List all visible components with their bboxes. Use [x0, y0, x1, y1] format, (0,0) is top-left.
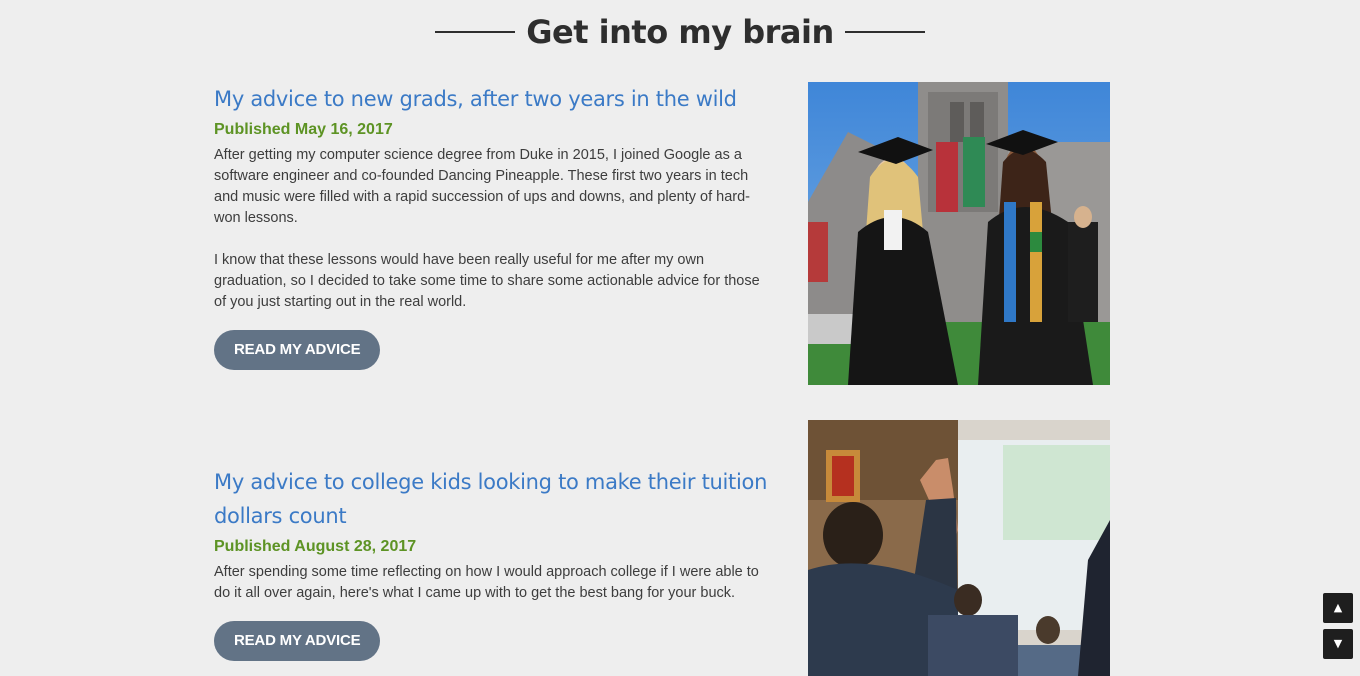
- scroll-up-button[interactable]: ▲: [1323, 593, 1353, 623]
- post-paragraph: After spending some time reflecting on h…: [214, 564, 759, 601]
- section-heading: Get into my brain: [0, 8, 1360, 56]
- read-advice-button[interactable]: READ MY ADVICE: [214, 330, 381, 370]
- graduation-photo-graphic: [808, 82, 1110, 385]
- post-paragraph: After getting my computer science degree…: [214, 147, 750, 226]
- classroom-photo[interactable]: [808, 420, 1110, 676]
- graduation-photo[interactable]: [808, 82, 1110, 385]
- post-excerpt: After spending some time reflecting on h…: [214, 562, 774, 604]
- post-paragraph: I know that these lessons would have bee…: [214, 252, 760, 310]
- blog-post: My advice to new grads, after two years …: [214, 82, 774, 370]
- post-date: Published May 16, 2017: [214, 121, 393, 138]
- classroom-photo-graphic: [808, 420, 1110, 676]
- post-date: Published August 28, 2017: [214, 538, 417, 555]
- read-advice-button[interactable]: READ MY ADVICE: [214, 621, 381, 661]
- section-title: Get into my brain: [526, 13, 834, 51]
- heading-rule-left: [435, 31, 516, 33]
- post-title-link[interactable]: My advice to new grads, after two years …: [214, 82, 774, 116]
- scroll-down-button[interactable]: ▼: [1323, 629, 1353, 659]
- post-title-link[interactable]: My advice to college kids looking to mak…: [214, 465, 774, 533]
- heading-rule-right: [844, 31, 925, 33]
- page: Get into my brain My advice to new grads…: [0, 0, 1360, 676]
- post-excerpt: After getting my computer science degree…: [214, 145, 774, 313]
- blog-post: My advice to college kids looking to mak…: [214, 465, 774, 661]
